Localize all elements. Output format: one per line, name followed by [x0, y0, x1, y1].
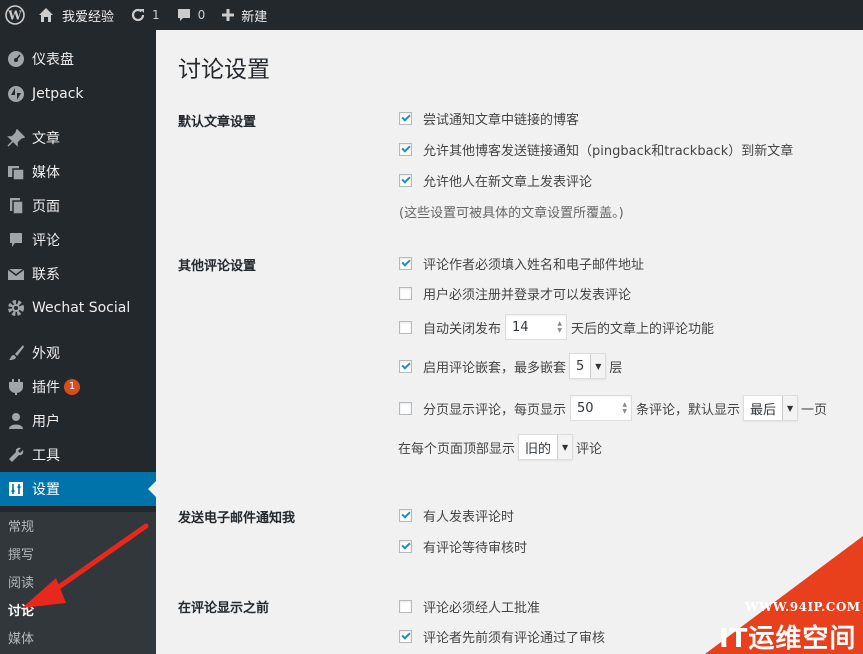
new-content-link[interactable]: 新建: [213, 0, 275, 30]
plugins-update-badge: 1: [64, 379, 80, 395]
email-on-comment-checkbox[interactable]: [399, 509, 412, 522]
before-appear-label: 在评论显示之前: [178, 601, 270, 616]
require-registration-option[interactable]: 用户必须注册并登录才可以发表评论: [399, 284, 631, 303]
new-label: 新建: [241, 9, 268, 25]
spinner-arrows-icon[interactable]: ▲ ▼: [622, 401, 627, 415]
wordpress-logo-icon[interactable]: W: [0, 0, 30, 30]
gear-icon: [0, 299, 32, 317]
menu-jetpack[interactable]: Jetpack: [0, 77, 156, 111]
allow-comments-option[interactable]: 允许他人在新文章上发表评论: [399, 171, 592, 190]
submenu-reading[interactable]: 阅读: [8, 574, 34, 594]
require-name-email-option[interactable]: 评论作者必须填入姓名和电子邮件地址: [399, 254, 644, 273]
site-name-link[interactable]: 我爱经验: [30, 0, 122, 30]
email-on-moderation-option[interactable]: 有评论等待审核时: [399, 537, 527, 556]
attempt-notify-checkbox[interactable]: [399, 112, 412, 125]
comments-count: 0: [197, 8, 206, 22]
dashboard-icon: [0, 50, 32, 68]
comment-bubble-icon: [177, 9, 190, 21]
watermark-url: WWW.94IP.COM: [745, 600, 861, 614]
allow-pingbacks-checkbox[interactable]: [399, 143, 412, 156]
menu-wechat-social[interactable]: Wechat Social: [0, 291, 156, 325]
comments-per-page-input[interactable]: 50 ▲ ▼: [570, 395, 633, 421]
manual-approve-option[interactable]: 评论必须经人工批准: [399, 597, 540, 616]
email-on-comment-option[interactable]: 有人发表评论时: [399, 506, 514, 525]
page-title: 讨论设置: [178, 57, 270, 83]
menu-media[interactable]: 媒体: [0, 155, 156, 189]
site-name: 我爱经验: [62, 9, 115, 25]
comment-icon: [0, 231, 32, 249]
auto-close-checkbox[interactable]: [399, 320, 412, 334]
user-icon: [0, 412, 32, 430]
svg-text:W: W: [7, 9, 22, 23]
menu-users[interactable]: 用户: [0, 404, 156, 438]
updates-link[interactable]: 1: [122, 0, 168, 30]
default-article-settings-label: 默认文章设置: [178, 115, 257, 130]
mail-icon: [0, 265, 32, 283]
refresh-icon: [131, 8, 145, 22]
admin-sidebar: 仪表盘 Jetpack 文章 媒体 页面 评论 联系 Wechat Social…: [0, 30, 156, 654]
menu-settings[interactable]: 设置: [0, 472, 156, 506]
previous-approved-checkbox[interactable]: [399, 630, 412, 643]
allow-comments-checkbox[interactable]: [399, 174, 412, 187]
previous-approved-option[interactable]: 评论者先前须有评论通过了审核: [399, 627, 605, 646]
submenu-writing[interactable]: 撰写: [8, 546, 34, 566]
brush-icon: [0, 344, 32, 362]
menu-posts[interactable]: 文章: [0, 121, 156, 155]
email-me-label: 发送电子邮件通知我: [178, 511, 296, 526]
attempt-notify-option[interactable]: 尝试通知文章中链接的博客: [399, 109, 579, 128]
comments-link[interactable]: 0: [168, 0, 214, 30]
require-registration-checkbox[interactable]: [399, 287, 412, 300]
menu-contact[interactable]: 联系: [0, 257, 156, 291]
paginate-comments-checkbox[interactable]: [399, 401, 412, 415]
page-icon: [0, 197, 32, 215]
menu-pages[interactable]: 页面: [0, 189, 156, 223]
menu-comments[interactable]: 评论: [0, 223, 156, 257]
thread-depth-select[interactable]: 5 ▼: [569, 353, 607, 379]
threaded-comments-option: 启用评论嵌套，最多嵌套 5 ▼ 层: [399, 353, 622, 379]
spinner-arrows-icon[interactable]: ▲ ▼: [557, 320, 562, 334]
pin-icon: [0, 129, 32, 147]
override-note: (这些设置可被具体的文章设置所覆盖。): [399, 206, 624, 221]
allow-pingbacks-option[interactable]: 允许其他博客发送链接通知（pingback和trackback）到新文章: [399, 140, 793, 159]
dropdown-arrow-icon: ▼: [590, 354, 606, 378]
watermark-logo: WWW.94IP.COM IT运维空间: [705, 536, 863, 654]
auto-close-option: 自动关闭发布 14 ▲ ▼ 天后的文章上的评论功能: [399, 314, 714, 340]
home-icon: [39, 8, 53, 22]
jetpack-icon: [0, 85, 32, 103]
paginate-comments-option: 分页显示评论，每页显示 50 ▲ ▼ 条评论，默认显示 最后 ▼ 一页: [399, 395, 827, 421]
dropdown-arrow-icon: ▼: [782, 396, 798, 420]
plugin-icon: [0, 378, 32, 396]
threaded-comments-checkbox[interactable]: [399, 359, 412, 373]
manual-approve-checkbox[interactable]: [399, 600, 412, 613]
menu-plugins[interactable]: 插件 1: [0, 370, 156, 404]
watermark-name: IT运维空间: [719, 624, 857, 654]
settings-submenu: 常规 撰写 阅读 讨论 媒体: [0, 512, 156, 654]
submenu-general[interactable]: 常规: [8, 518, 34, 538]
admin-bar: W 我爱经验 1 0 新建: [0, 0, 863, 30]
auto-close-days-input[interactable]: 14 ▲ ▼: [505, 314, 568, 340]
dropdown-arrow-icon: ▼: [557, 435, 573, 459]
comment-order-select[interactable]: 旧的 ▼: [518, 434, 574, 460]
settings-icon: [0, 480, 32, 498]
updates-count: 1: [152, 8, 160, 22]
submenu-media[interactable]: 媒体: [8, 630, 34, 650]
other-comment-settings-label: 其他评论设置: [178, 259, 257, 274]
require-name-email-checkbox[interactable]: [399, 257, 412, 270]
submenu-discussion[interactable]: 讨论: [8, 602, 34, 622]
plus-icon: [222, 9, 235, 21]
menu-tools[interactable]: 工具: [0, 438, 156, 472]
wrench-icon: [0, 446, 32, 464]
default-page-select[interactable]: 最后 ▼: [743, 395, 799, 421]
comment-order-option: 在每个页面顶部显示 旧的 ▼ 评论: [398, 434, 602, 460]
menu-appearance[interactable]: 外观: [0, 336, 156, 370]
menu-dashboard[interactable]: 仪表盘: [0, 42, 156, 76]
email-on-moderation-checkbox[interactable]: [399, 540, 412, 553]
media-icon: [0, 163, 32, 181]
